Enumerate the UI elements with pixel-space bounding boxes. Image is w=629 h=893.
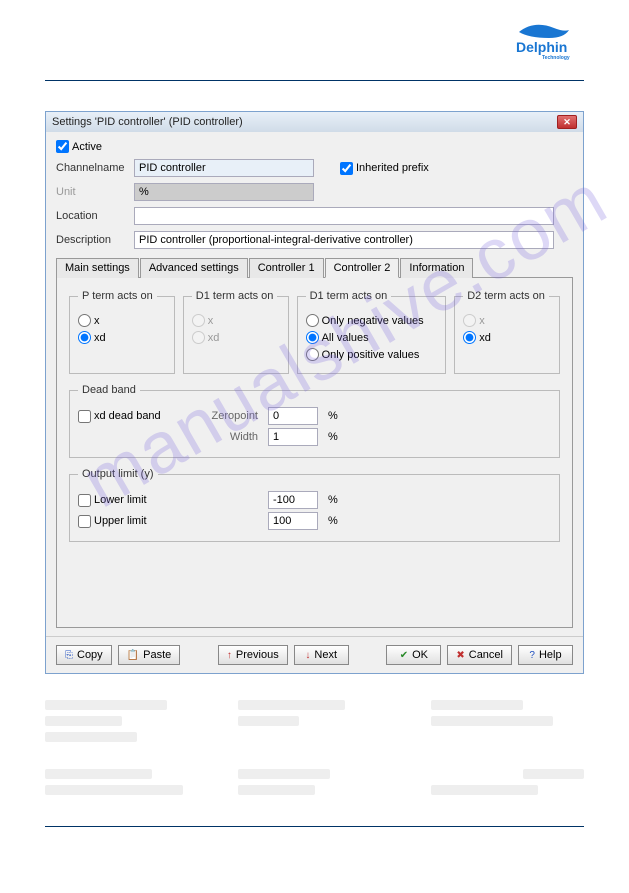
cross-icon: ✖ bbox=[456, 650, 464, 661]
d1-term-legend: D1 term acts on bbox=[192, 290, 278, 302]
unit-input bbox=[134, 183, 314, 201]
d1-pos-radio[interactable] bbox=[306, 348, 319, 361]
controller-2-panel: P term acts on x xd D1 term acts on x xd… bbox=[56, 278, 573, 628]
settings-dialog: Settings 'PID controller' (PID controlle… bbox=[45, 111, 584, 674]
channelname-label: Channelname bbox=[56, 162, 128, 174]
tab-information[interactable]: Information bbox=[400, 258, 473, 278]
zeropoint-unit: % bbox=[328, 410, 338, 422]
p-term-x-radio[interactable] bbox=[78, 314, 91, 327]
svg-text:Delphin: Delphin bbox=[516, 39, 567, 55]
tab-advanced-settings[interactable]: Advanced settings bbox=[140, 258, 248, 278]
upper-limit-input[interactable] bbox=[268, 512, 318, 530]
copy-button[interactable]: ⎘Copy bbox=[56, 645, 112, 665]
d1-term-x-label: x bbox=[208, 315, 214, 327]
active-label: Active bbox=[72, 141, 102, 153]
location-input[interactable] bbox=[134, 207, 554, 225]
width-unit: % bbox=[328, 431, 338, 443]
next-button[interactable]: ↓Next bbox=[294, 645, 349, 665]
d1-term-xd-radio bbox=[192, 331, 205, 344]
xd-dead-band-label: xd dead band bbox=[94, 410, 161, 422]
d2-term-x-label: x bbox=[479, 315, 485, 327]
lower-limit-checkbox[interactable] bbox=[78, 494, 91, 507]
d1-term-values-legend: D1 term acts on bbox=[306, 290, 392, 302]
d1-all-radio[interactable] bbox=[306, 331, 319, 344]
width-input[interactable] bbox=[268, 428, 318, 446]
d1-term-x-radio bbox=[192, 314, 205, 327]
svg-text:Technology: Technology bbox=[542, 55, 570, 60]
lower-limit-label: Lower limit bbox=[94, 494, 147, 506]
button-bar: ⎘Copy 📋Paste ↑Previous ↓Next ✔OK ✖Cancel… bbox=[46, 636, 583, 673]
channelname-input[interactable] bbox=[134, 159, 314, 177]
tab-strip: Main settings Advanced settings Controll… bbox=[56, 257, 573, 278]
unit-label: Unit bbox=[56, 186, 128, 198]
d1-neg-label: Only negative values bbox=[322, 315, 424, 327]
arrow-down-icon: ↓ bbox=[305, 650, 310, 661]
inherited-prefix-checkbox[interactable] bbox=[340, 162, 353, 175]
d2-term-xd-radio[interactable] bbox=[463, 331, 476, 344]
help-icon: ? bbox=[529, 650, 535, 661]
tab-controller-2[interactable]: Controller 2 bbox=[325, 258, 400, 278]
previous-button[interactable]: ↑Previous bbox=[218, 645, 288, 665]
description-label: Description bbox=[56, 234, 128, 246]
p-term-group: P term acts on x xd bbox=[69, 290, 175, 374]
dead-band-legend: Dead band bbox=[78, 384, 140, 396]
dead-band-group: Dead band xd dead band Zeropoint % Width bbox=[69, 384, 560, 458]
d1-pos-label: Only positive values bbox=[322, 349, 420, 361]
d2-term-legend: D2 term acts on bbox=[463, 290, 549, 302]
d1-all-label: All values bbox=[322, 332, 369, 344]
paste-icon: 📋 bbox=[127, 650, 139, 661]
d1-neg-radio[interactable] bbox=[306, 314, 319, 327]
d2-term-group: D2 term acts on x xd bbox=[454, 290, 560, 374]
upper-limit-label: Upper limit bbox=[94, 515, 147, 527]
location-label: Location bbox=[56, 210, 128, 222]
inherited-prefix-label: Inherited prefix bbox=[356, 162, 429, 174]
width-label: Width bbox=[198, 431, 258, 443]
brand-logo: Delphin Technology bbox=[514, 20, 584, 60]
p-term-xd-label: xd bbox=[94, 332, 106, 344]
upper-limit-unit: % bbox=[328, 515, 338, 527]
upper-limit-checkbox[interactable] bbox=[78, 515, 91, 528]
paste-button[interactable]: 📋Paste bbox=[118, 645, 181, 665]
tab-controller-1[interactable]: Controller 1 bbox=[249, 258, 324, 278]
zeropoint-label: Zeropoint bbox=[198, 410, 258, 422]
arrow-up-icon: ↑ bbox=[227, 650, 232, 661]
copy-icon: ⎘ bbox=[65, 650, 73, 661]
lower-limit-input[interactable] bbox=[268, 491, 318, 509]
d1-term-xd-label: xd bbox=[208, 332, 220, 344]
p-term-xd-radio[interactable] bbox=[78, 331, 91, 344]
ok-button[interactable]: ✔OK bbox=[386, 645, 441, 665]
lower-limit-unit: % bbox=[328, 494, 338, 506]
p-term-legend: P term acts on bbox=[78, 290, 157, 302]
zeropoint-input[interactable] bbox=[268, 407, 318, 425]
close-button[interactable]: ✕ bbox=[557, 115, 577, 129]
cancel-button[interactable]: ✖Cancel bbox=[447, 645, 512, 665]
dialog-title: Settings 'PID controller' (PID controlle… bbox=[52, 116, 243, 128]
check-icon: ✔ bbox=[400, 650, 408, 661]
tab-main-settings[interactable]: Main settings bbox=[56, 258, 139, 278]
d2-term-x-radio bbox=[463, 314, 476, 327]
output-limit-legend: Output limit (y) bbox=[78, 468, 158, 480]
d1-term-group: D1 term acts on x xd bbox=[183, 290, 289, 374]
d1-term-values-group: D1 term acts on Only negative values All… bbox=[297, 290, 447, 374]
body-text-placeholder bbox=[45, 694, 584, 801]
p-term-x-label: x bbox=[94, 315, 100, 327]
d2-term-xd-label: xd bbox=[479, 332, 491, 344]
output-limit-group: Output limit (y) Lower limit % U bbox=[69, 468, 560, 542]
description-input[interactable] bbox=[134, 231, 554, 249]
xd-dead-band-checkbox[interactable] bbox=[78, 410, 91, 423]
active-checkbox[interactable] bbox=[56, 140, 69, 153]
dialog-titlebar: Settings 'PID controller' (PID controlle… bbox=[46, 112, 583, 132]
help-button[interactable]: ?Help bbox=[518, 645, 573, 665]
